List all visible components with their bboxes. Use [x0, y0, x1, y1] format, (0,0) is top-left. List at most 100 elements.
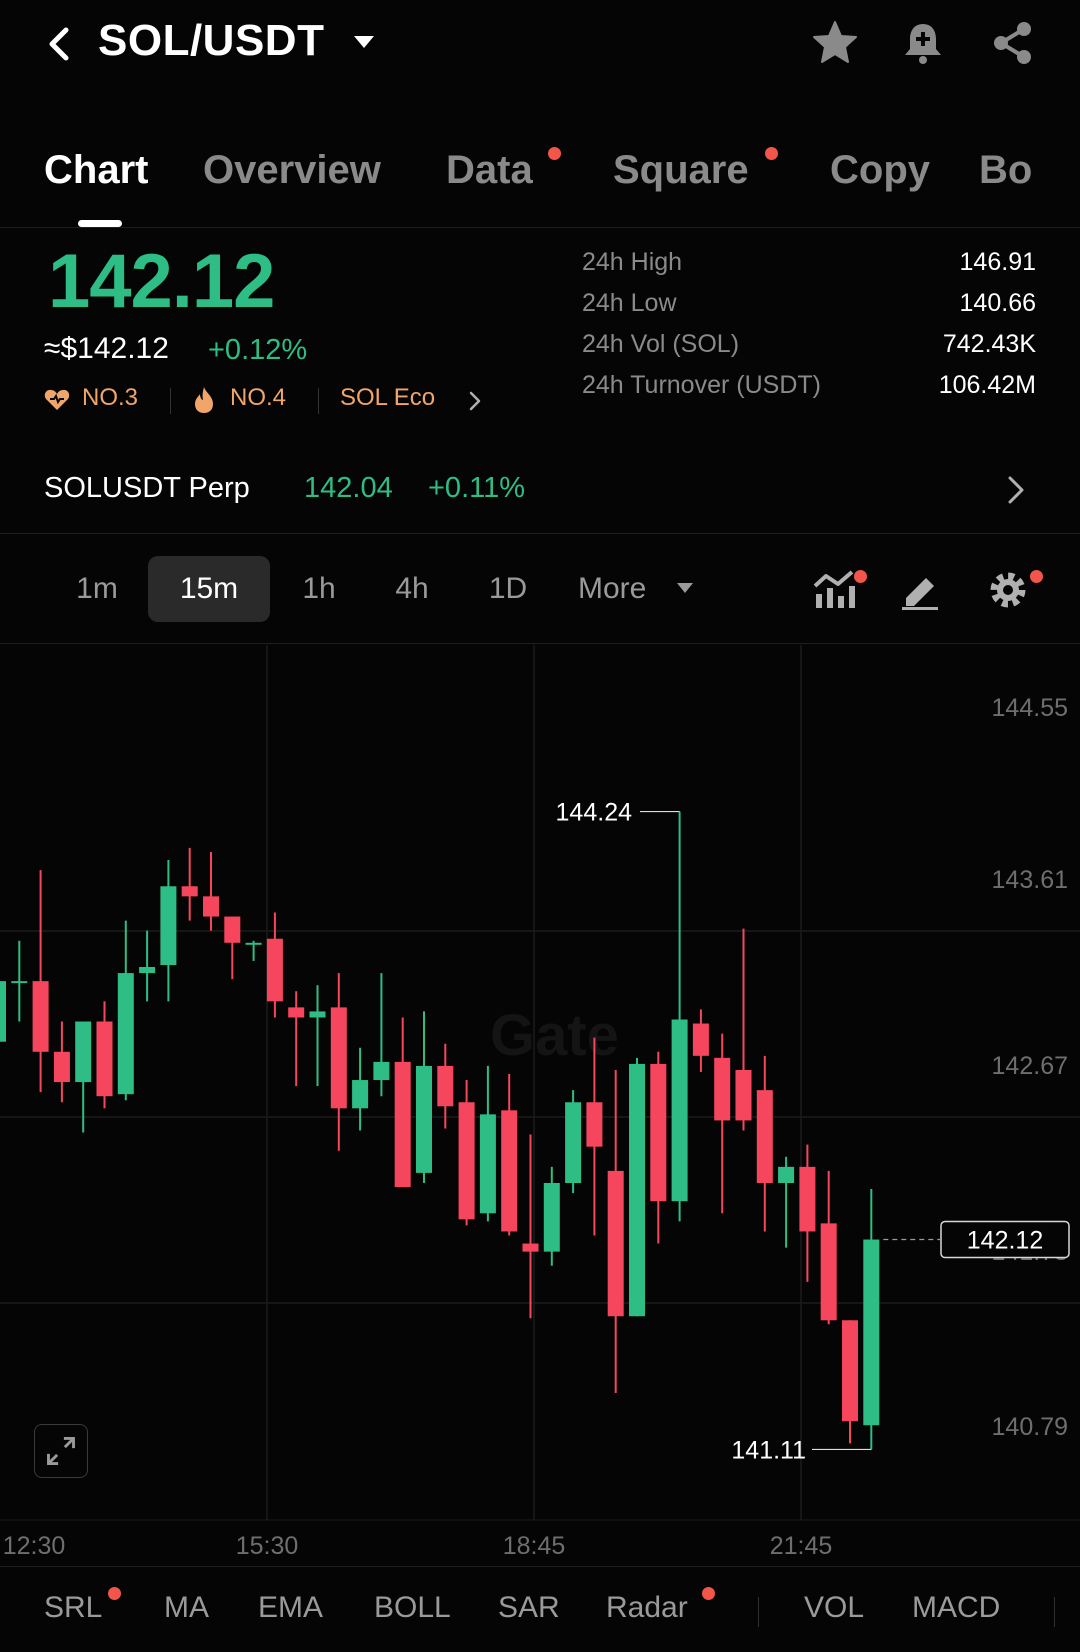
y-tick-label: 143.61: [992, 866, 1068, 894]
stat-row: 24h Vol (SOL) 742.43K: [582, 330, 1036, 371]
back-icon[interactable]: [42, 22, 78, 66]
candle-body: [203, 896, 219, 917]
candle-body: [586, 1102, 603, 1147]
stat-row: 24h High 146.91: [582, 248, 1036, 289]
indicator-srl[interactable]: SRL: [44, 1591, 102, 1625]
caret-down-icon[interactable]: [676, 582, 694, 594]
perp-name: SOLUSDT Perp: [44, 472, 250, 504]
pair-title[interactable]: SOL/USDT: [98, 16, 324, 66]
indicator-boll[interactable]: BOLL: [374, 1591, 451, 1625]
candle-body: [181, 886, 198, 897]
low-marker-label: 141.11: [731, 1436, 806, 1464]
stat-value: 140.66: [959, 289, 1036, 317]
indicator-icon[interactable]: [812, 566, 858, 612]
perp-price: 142.04: [304, 472, 393, 504]
candle-body: [479, 1114, 496, 1214]
candle-body: [75, 1021, 92, 1083]
tab-chart[interactable]: Chart: [44, 148, 148, 193]
heart-icon: [44, 389, 70, 410]
interval-4h[interactable]: 4h: [374, 556, 450, 622]
sol-eco-link[interactable]: SOL Eco: [340, 384, 435, 412]
candle-body: [778, 1166, 795, 1184]
last-price-tag-label: 142.12: [967, 1227, 1043, 1255]
chevron-right-icon[interactable]: [468, 390, 482, 412]
candle-body: [117, 973, 134, 1095]
stat-label: 24h Turnover (USDT): [582, 371, 821, 399]
usd-price: ≈$142.12: [44, 332, 169, 365]
stat-value: 106.42M: [938, 371, 1036, 399]
candle-body: [756, 1090, 773, 1184]
candle-body: [266, 938, 283, 1002]
tab-square[interactable]: Square: [613, 148, 749, 193]
candle-body: [543, 1183, 560, 1252]
candle-body: [394, 1061, 411, 1188]
indicator-radar[interactable]: Radar: [606, 1591, 688, 1625]
candle-body: [373, 1061, 390, 1081]
perp-row[interactable]: SOLUSDT Perp 142.04 +0.11%: [0, 450, 1080, 534]
interval-more[interactable]: More: [578, 556, 670, 622]
indicator-vol[interactable]: VOL: [804, 1591, 864, 1625]
24h-stats: 24h High 146.91 24h Low 140.66 24h Vol (…: [582, 248, 1036, 412]
interval-1m[interactable]: 1m: [60, 556, 134, 622]
interval-15m[interactable]: 15m: [148, 556, 270, 622]
watermark: Gate: [490, 1003, 619, 1068]
tab-copy[interactable]: Copy: [830, 148, 930, 193]
tab-square-notification-dot: [765, 147, 778, 160]
candle-body: [735, 1069, 752, 1121]
x-tick-label: 15:30: [236, 1532, 299, 1560]
interval-1d[interactable]: 1D: [468, 556, 548, 622]
candle-body: [714, 1057, 731, 1121]
candle-body: [692, 1023, 709, 1056]
candle-body: [288, 1007, 305, 1018]
draw-icon[interactable]: [898, 566, 944, 612]
candle-body: [501, 1110, 518, 1232]
share-icon[interactable]: [988, 18, 1038, 68]
app-header: SOL/USDT: [0, 0, 1080, 90]
candle-body: [139, 967, 156, 974]
interval-bar: 1m 15m 1h 4h 1D More: [0, 534, 1080, 644]
stat-value: 146.91: [959, 248, 1036, 276]
caret-down-icon[interactable]: [352, 34, 376, 50]
candle-body: [11, 981, 28, 984]
candle-body: [437, 1065, 454, 1107]
candle-body: [32, 981, 49, 1052]
chevron-right-icon[interactable]: [1004, 472, 1028, 508]
main-tabs: Chart Overview Data Square Copy Bo: [0, 140, 1080, 228]
indicator-macd[interactable]: MACD: [912, 1591, 1000, 1625]
stat-row: 24h Turnover (USDT) 106.42M: [582, 371, 1036, 412]
candle-body: [565, 1102, 582, 1184]
candle-body: [629, 1063, 645, 1317]
tab-data[interactable]: Data: [446, 148, 533, 193]
tab-overview[interactable]: Overview: [203, 148, 381, 193]
candle-body: [607, 1170, 624, 1317]
bell-plus-icon[interactable]: [898, 18, 948, 68]
rank-divider: [170, 388, 171, 414]
expand-icon[interactable]: [34, 1424, 88, 1478]
tab-bots[interactable]: Bo: [979, 148, 1032, 193]
candle-body: [671, 1019, 688, 1202]
star-icon[interactable]: [810, 18, 860, 68]
interval-1h[interactable]: 1h: [284, 556, 354, 622]
srl-notification-dot: [108, 1587, 121, 1600]
indicator-ma[interactable]: MA: [164, 1591, 209, 1625]
candle-body: [245, 942, 262, 945]
settings-icon[interactable]: [986, 566, 1032, 612]
settings-notification-dot: [1030, 570, 1043, 583]
candlestick-chart[interactable]: Gate144.55143.61142.67141.73140.7912:301…: [0, 645, 1080, 1565]
tab-data-notification-dot: [548, 147, 561, 160]
rank-divider: [318, 388, 319, 414]
candle-body: [53, 1051, 70, 1083]
rank-hot-label[interactable]: NO.3: [82, 384, 138, 412]
high-marker-label: 144.24: [556, 799, 633, 827]
indicator-ema[interactable]: EMA: [258, 1591, 323, 1625]
candle-body: [330, 1007, 347, 1109]
rank-trend-label[interactable]: NO.4: [230, 384, 286, 412]
stat-label: 24h Low: [582, 289, 677, 317]
stat-label: 24h Vol (SOL): [582, 330, 740, 358]
stat-value: 742.43K: [942, 330, 1036, 358]
candle-body: [160, 886, 177, 965]
y-tick-label: 140.79: [992, 1413, 1068, 1441]
candle-body: [458, 1102, 475, 1220]
indicator-sar[interactable]: SAR: [498, 1591, 560, 1625]
candle-body: [522, 1243, 539, 1252]
